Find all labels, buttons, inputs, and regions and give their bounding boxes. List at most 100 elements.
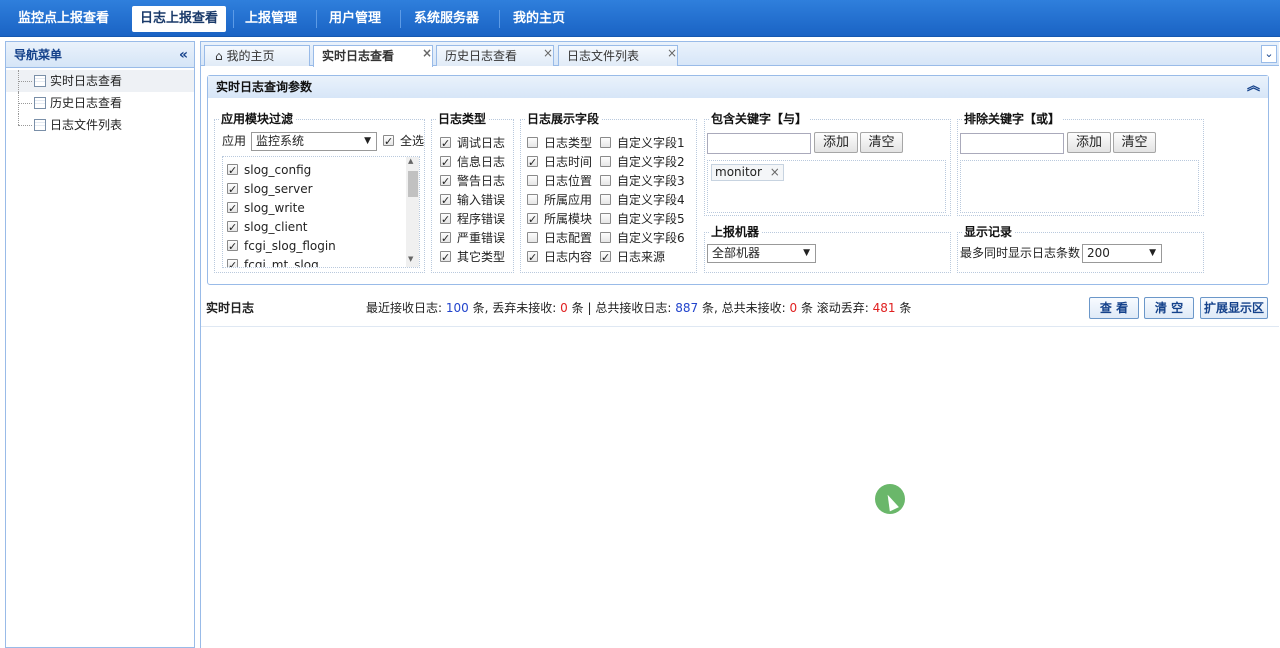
- checkbox[interactable]: [440, 134, 451, 153]
- checkbox[interactable]: [440, 172, 451, 191]
- checkbox[interactable]: [527, 232, 538, 243]
- field-option[interactable]: 自定义字段3: [600, 172, 685, 191]
- sidebar-item-log-file-list[interactable]: 日志文件列表: [6, 114, 194, 136]
- checkbox[interactable]: [440, 229, 451, 248]
- tab-my-homepage[interactable]: ⌂ 我的主页: [204, 45, 310, 66]
- expand-display-button[interactable]: 扩展显示区: [1200, 297, 1268, 319]
- tab-history-log[interactable]: 历史日志查看 ×: [436, 45, 554, 66]
- field-option[interactable]: 日志类型: [527, 134, 592, 153]
- log-type-option[interactable]: 严重错误: [440, 229, 505, 248]
- dropped-label: 丢弃未接收:: [492, 301, 557, 315]
- log-type-option[interactable]: 信息日志: [440, 153, 505, 172]
- select-all-checkbox[interactable]: [383, 132, 394, 151]
- exclude-add-button[interactable]: 添加: [1067, 132, 1111, 153]
- checkbox[interactable]: [440, 191, 451, 210]
- module-checkbox[interactable]: [227, 256, 238, 267]
- include-keyword-input[interactable]: [707, 133, 811, 154]
- module-checkbox[interactable]: [227, 199, 238, 218]
- field-option[interactable]: 日志来源: [600, 248, 665, 267]
- app-select-value: 监控系统: [256, 134, 305, 148]
- field-option[interactable]: 自定义字段2: [600, 153, 685, 172]
- checkbox[interactable]: [527, 210, 538, 229]
- field-option[interactable]: 日志位置: [527, 172, 592, 191]
- module-list-scrollbar[interactable]: ▲ ▼: [406, 157, 419, 267]
- close-icon[interactable]: ×: [543, 43, 553, 63]
- field-option[interactable]: 自定义字段6: [600, 229, 685, 248]
- checkbox[interactable]: [600, 232, 611, 243]
- log-type-option[interactable]: 其它类型: [440, 248, 505, 267]
- list-item[interactable]: slog_server: [227, 180, 313, 199]
- checkbox[interactable]: [600, 137, 611, 148]
- max-records-select[interactable]: 200 ▼: [1082, 244, 1162, 263]
- close-icon[interactable]: ×: [770, 165, 780, 179]
- clear-log-button[interactable]: 清 空: [1144, 297, 1194, 319]
- field-option[interactable]: 日志时间: [527, 153, 592, 172]
- checkbox[interactable]: [527, 194, 538, 205]
- display-fields-title: 日志展示字段: [525, 110, 602, 127]
- list-item[interactable]: fcgi_mt_slog: [227, 256, 319, 267]
- tab-dropdown-icon[interactable]: ⌄: [1261, 45, 1277, 63]
- list-item[interactable]: slog_client: [227, 218, 308, 237]
- field-option[interactable]: 日志内容: [527, 248, 592, 267]
- log-type-option[interactable]: 输入错误: [440, 191, 505, 210]
- exclude-clear-button[interactable]: 清空: [1113, 132, 1156, 153]
- nav-item-log-report[interactable]: 日志上报查看: [132, 6, 227, 32]
- close-icon[interactable]: ×: [422, 43, 432, 63]
- checkbox[interactable]: [440, 153, 451, 172]
- log-display-area[interactable]: [201, 326, 1279, 648]
- nav-item-user-management[interactable]: 用户管理: [321, 6, 389, 32]
- option-label: 自定义字段5: [617, 212, 685, 226]
- list-item[interactable]: slog_config: [227, 161, 311, 180]
- checkbox[interactable]: [600, 175, 611, 186]
- exclude-keyword-input[interactable]: [960, 133, 1064, 154]
- field-option[interactable]: 所属应用: [527, 191, 592, 210]
- app-select[interactable]: 监控系统 ▼: [251, 132, 377, 151]
- log-type-option[interactable]: 程序错误: [440, 210, 505, 229]
- module-checkbox[interactable]: [227, 161, 238, 180]
- exclude-keywords-fieldset: 排除关键字【或】 添加 清空: [957, 110, 1204, 216]
- field-option[interactable]: 所属模块: [527, 210, 592, 229]
- checkbox[interactable]: [527, 137, 538, 148]
- nav-item-system-server[interactable]: 系统服务器: [406, 6, 487, 32]
- scroll-thumb[interactable]: [408, 171, 418, 197]
- field-option[interactable]: 自定义字段1: [600, 134, 685, 153]
- scroll-up-icon[interactable]: ▲: [408, 157, 413, 165]
- module-checkbox[interactable]: [227, 218, 238, 237]
- table-icon: [34, 75, 46, 87]
- double-chevron-up-icon[interactable]: ︽: [1247, 76, 1260, 98]
- include-clear-button[interactable]: 清空: [860, 132, 903, 153]
- tab-realtime-log[interactable]: 实时日志查看 ×: [313, 45, 433, 67]
- tree-line: [18, 125, 32, 126]
- module-checkbox[interactable]: [227, 180, 238, 199]
- log-type-option[interactable]: 调试日志: [440, 134, 505, 153]
- checkbox[interactable]: [600, 194, 611, 205]
- nav-item-monitor-report[interactable]: 监控点上报查看: [10, 6, 117, 32]
- field-option[interactable]: 自定义字段5: [600, 210, 685, 229]
- view-button[interactable]: 查 看: [1089, 297, 1139, 319]
- scroll-down-icon[interactable]: ▼: [408, 255, 413, 263]
- include-add-button[interactable]: 添加: [814, 132, 858, 153]
- machine-select[interactable]: 全部机器 ▼: [707, 244, 816, 263]
- field-option[interactable]: 日志配置: [527, 229, 592, 248]
- nav-item-my-homepage[interactable]: 我的主页: [505, 6, 573, 32]
- select-all-checkbox-row[interactable]: 全选: [383, 132, 424, 151]
- list-item[interactable]: slog_write: [227, 199, 305, 218]
- checkbox[interactable]: [527, 153, 538, 172]
- checkbox[interactable]: [527, 248, 538, 267]
- checkbox[interactable]: [600, 156, 611, 167]
- list-item[interactable]: fcgi_slog_flogin: [227, 237, 336, 256]
- sidebar-item-realtime-log[interactable]: 实时日志查看: [6, 70, 194, 92]
- checkbox[interactable]: [600, 248, 611, 267]
- close-icon[interactable]: ×: [667, 43, 677, 63]
- checkbox[interactable]: [440, 210, 451, 229]
- checkbox[interactable]: [527, 175, 538, 186]
- sidebar-item-history-log[interactable]: 历史日志查看: [6, 92, 194, 114]
- field-option[interactable]: 自定义字段4: [600, 191, 685, 210]
- tab-log-file-list[interactable]: 日志文件列表 ×: [558, 45, 678, 66]
- log-type-option[interactable]: 警告日志: [440, 172, 505, 191]
- module-checkbox[interactable]: [227, 237, 238, 256]
- nav-item-report-management[interactable]: 上报管理: [237, 6, 305, 32]
- checkbox[interactable]: [600, 213, 611, 224]
- checkbox[interactable]: [440, 248, 451, 267]
- double-chevron-left-icon[interactable]: «: [179, 42, 188, 68]
